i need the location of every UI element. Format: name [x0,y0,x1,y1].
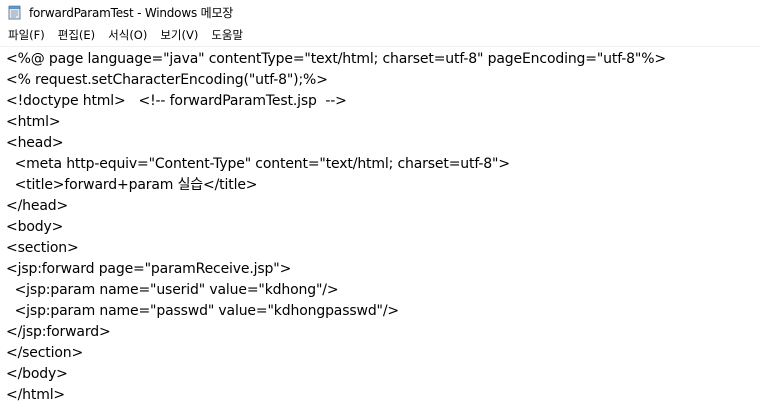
editor-line: <section> [6,240,79,256]
editor-line: <meta http-equiv="Content-Type" content=… [6,156,510,172]
notepad-window: forwardParamTest - Windows 메모장 파일(F) 편집(… [0,0,760,418]
editor-line: <jsp:forward page="paramReceive.jsp"> [6,261,292,277]
editor-line: <body> [6,219,64,235]
menu-help[interactable]: 도움말 [207,25,247,45]
text-editor[interactable]: <%@ page language="java" contentType="te… [0,46,760,418]
notepad-icon [7,5,22,20]
editor-line: <html> [6,114,61,130]
editor-line: <% request.setCharacterEncoding("utf-8")… [6,72,328,88]
menu-view[interactable]: 보기(V) [156,25,202,45]
menu-bar: 파일(F) 편집(E) 서식(O) 보기(V) 도움말 [0,24,760,46]
menu-format[interactable]: 서식(O) [104,25,151,45]
editor-line: </section> [6,345,84,361]
editor-line: <jsp:param name="passwd" value="kdhongpa… [6,303,400,319]
editor-line: <head> [6,135,64,151]
title-bar[interactable]: forwardParamTest - Windows 메모장 [0,0,760,24]
editor-line: <jsp:param name="userid" value="kdhong"/… [6,282,339,298]
menu-edit[interactable]: 편집(E) [54,25,99,45]
editor-line: </head> [6,198,69,214]
editor-line: </html> [6,387,66,403]
menu-file[interactable]: 파일(F) [4,25,49,45]
editor-line: <%@ page language="java" contentType="te… [6,51,666,67]
editor-line: </jsp:forward> [6,324,111,340]
editor-line: <title>forward+param 실습</title> [6,177,258,193]
window-title: forwardParamTest - Windows 메모장 [29,5,234,20]
editor-line: <!doctype html> <!-- forwardParamTest.js… [6,93,347,109]
editor-line: </body> [6,366,68,382]
